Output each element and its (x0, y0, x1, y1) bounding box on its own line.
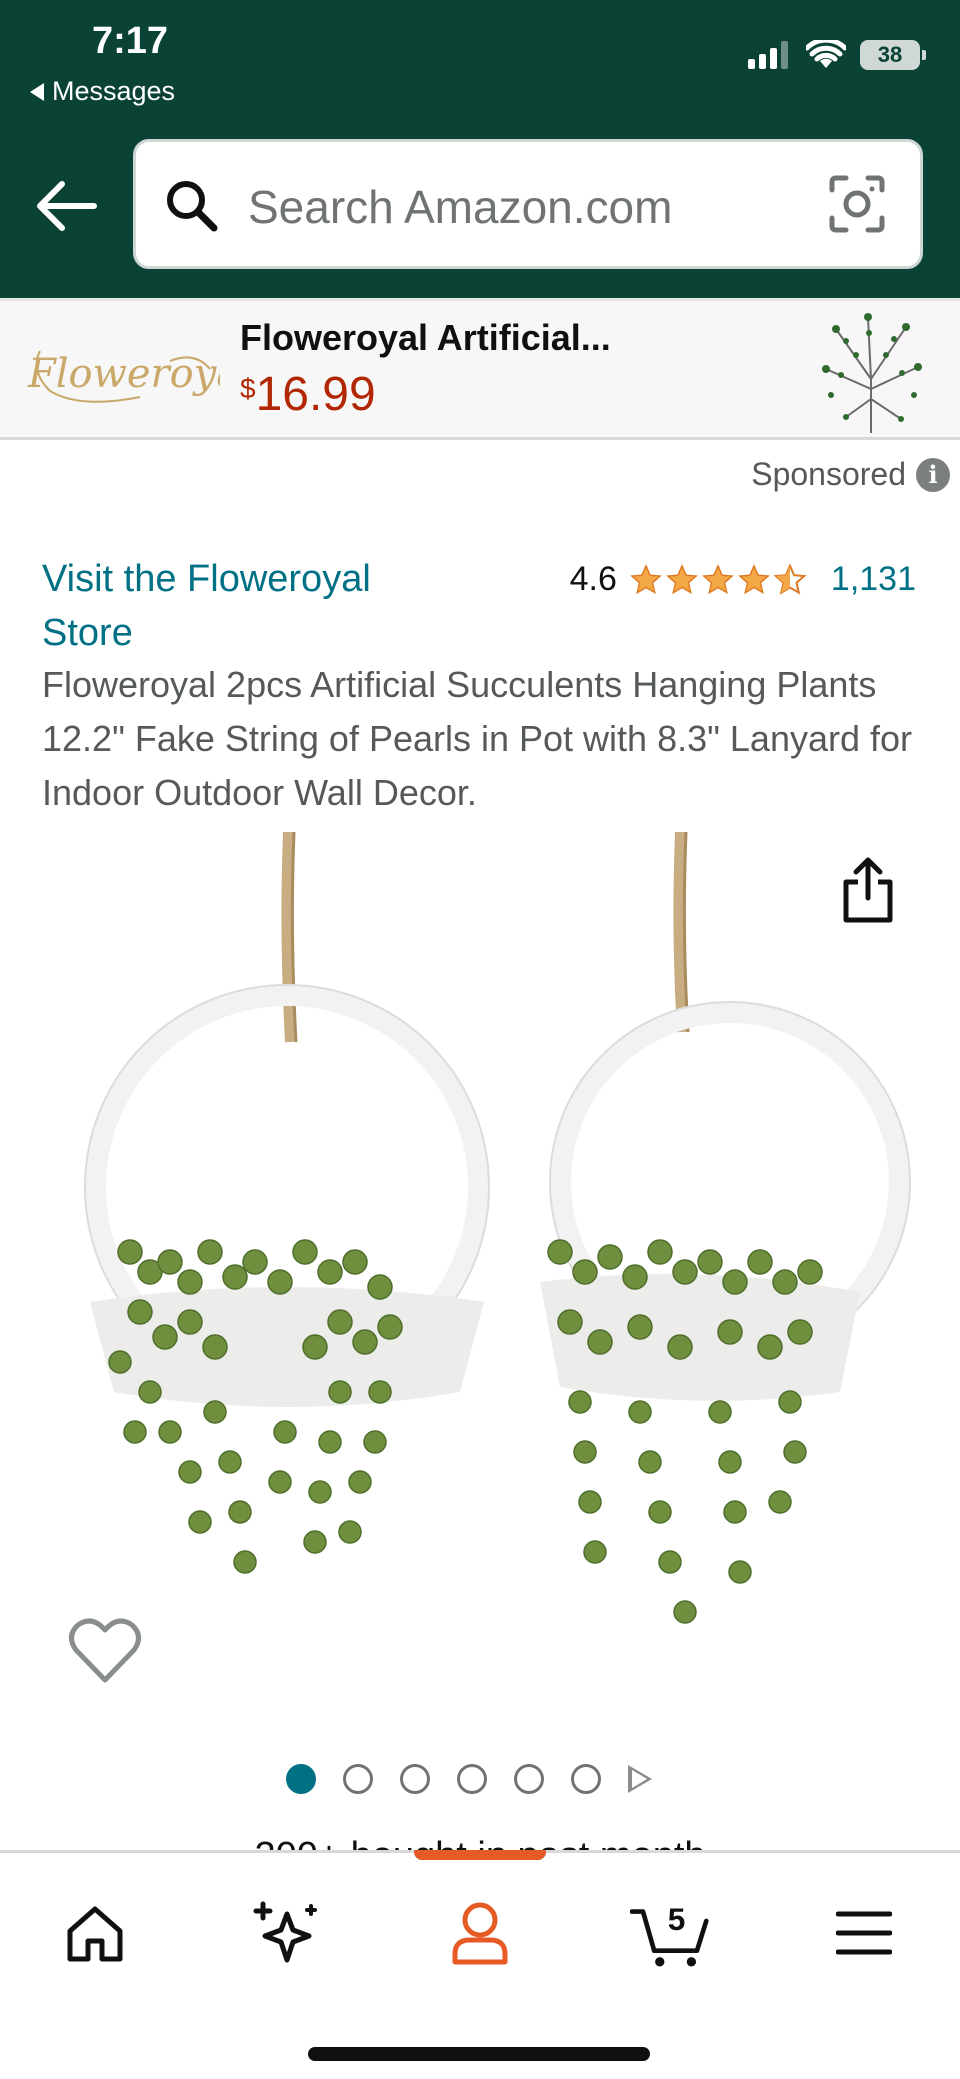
app-header: 7:17 Messages 38 Search Amazon.com (0, 0, 960, 298)
signal-icon (748, 41, 788, 69)
image-dot-3[interactable] (400, 1764, 430, 1794)
rating-value: 4.6 (569, 560, 617, 598)
share-icon[interactable] (838, 856, 898, 924)
home-indicator (308, 2047, 650, 2061)
nav-menu[interactable] (824, 1893, 904, 1973)
product-image[interactable] (40, 832, 920, 1712)
star-icon (666, 563, 698, 594)
image-dot-2[interactable] (343, 1764, 373, 1794)
status-icons: 38 (748, 40, 926, 70)
video-play-icon[interactable] (628, 1765, 652, 1793)
image-dot-5[interactable] (514, 1764, 544, 1794)
image-pagination (286, 1764, 652, 1794)
back-to-messages[interactable]: Messages (30, 76, 175, 107)
review-count[interactable]: 1,131 (831, 560, 916, 599)
cart-count: 5 (668, 1901, 686, 1937)
search-input[interactable]: Search Amazon.com (248, 180, 672, 234)
banner-currency: $ (240, 373, 256, 404)
battery-icon: 38 (860, 40, 926, 70)
banner-price-value: 16.99 (255, 368, 376, 421)
ai-sparkle-icon (253, 1901, 317, 1963)
image-dot-4[interactable] (457, 1764, 487, 1794)
nav-account[interactable] (440, 1893, 520, 1973)
nav-ai[interactable] (246, 1893, 326, 1973)
floweroyal-logo: Floweroyal (27, 350, 220, 403)
sponsored-banner[interactable]: Floweroyal Floweroyal Artificial... $16.… (0, 298, 960, 440)
visit-store-link[interactable]: Visit the Floweroyal Store (42, 552, 442, 660)
sponsored-text: Sponsored (751, 456, 906, 492)
image-dot-1[interactable] (286, 1764, 316, 1794)
sponsored-label[interactable]: Sponsored i (751, 456, 950, 493)
heart-icon[interactable] (68, 1616, 142, 1684)
search-icon (167, 181, 218, 232)
nav-cart[interactable]: 5 (630, 1893, 710, 1973)
half-star-icon (773, 562, 807, 595)
bottom-nav: 5 (0, 1850, 960, 2079)
product-title: Floweroyal 2pcs Artificial Succulents Ha… (42, 664, 913, 813)
wifi-icon (806, 40, 846, 68)
info-icon[interactable]: i (916, 457, 950, 492)
cart-icon: 5 (630, 1901, 709, 1967)
rating-summary[interactable]: 4.6 1,131 (570, 560, 916, 599)
star-icon (702, 563, 734, 594)
image-dot-6[interactable] (571, 1764, 601, 1794)
banner-price: $16.99 (240, 367, 376, 422)
search-bar[interactable]: Search Amazon.com (133, 139, 923, 269)
back-arrow-icon[interactable] (32, 178, 98, 234)
home-icon (67, 1906, 123, 1962)
star-icon (738, 563, 770, 594)
banner-product-image[interactable] (806, 309, 936, 437)
account-icon (452, 1902, 508, 1965)
camera-scan-icon[interactable] (828, 174, 886, 234)
star-icon (630, 563, 662, 594)
menu-icon (836, 1911, 892, 1955)
back-triangle-icon (30, 82, 44, 101)
status-time: 7:17 (92, 20, 169, 62)
star-rating (629, 562, 807, 597)
back-to-messages-label: Messages (52, 76, 176, 106)
nav-home[interactable] (55, 1893, 135, 1973)
banner-product-title[interactable]: Floweroyal Artificial... (240, 317, 611, 359)
active-tab-indicator (414, 1850, 546, 1860)
